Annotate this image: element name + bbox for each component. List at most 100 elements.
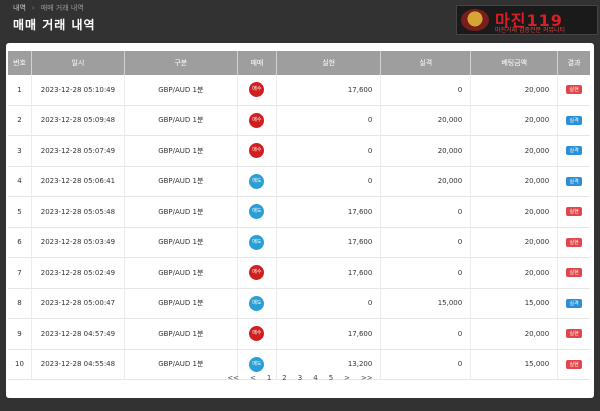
result-badge: 실격 [566,146,582,156]
page-button-3[interactable]: 3 [298,374,302,382]
cell-result: 실현 [557,75,590,106]
trade-history-panel: 번호 일시 구분 매매 실현 실격 베팅금액 결과 1 2023-12-28 05:10:49 G… [6,43,594,398]
cell-loss: 0 [380,75,472,106]
cell-profit: 17,600 [276,227,382,258]
side-badge: 매도 [249,356,265,372]
cell-no: 8 [8,288,33,319]
site-logo: 마진119 마진거래 검증전문 커뮤니티 [456,5,598,35]
cell-bet: 20,000 [470,75,559,106]
side-badge: 매수 [249,112,265,128]
cell-profit: 17,600 [276,318,382,350]
cell-date: 2023-12-28 05:07:49 [31,135,125,167]
side-badge: 매수 [249,265,265,281]
table-row: 4 2023-12-28 05:06:41 GBP/AUD 1분 매도 0 20,000 2… [8,166,590,197]
result-badge: 실격 [566,298,582,308]
side-badge: 매도 [249,234,265,250]
cell-side: 매도 [237,288,278,319]
result-badge: 실현 [566,237,582,247]
cell-no: 6 [8,227,33,258]
cell-loss: 20,000 [380,135,472,167]
cell-pair: GBP/AUD 1분 [124,166,238,197]
cell-side: 매도 [237,196,278,228]
cell-date: 2023-12-28 05:02:49 [31,257,125,289]
page-button-2[interactable]: 2 [282,374,286,382]
cell-bet: 20,000 [470,135,559,167]
cell-no: 1 [8,75,33,106]
side-badge: 매수 [249,82,265,98]
cell-side: 매수 [237,257,278,289]
side-badge: 매도 [249,204,265,220]
last-page-button[interactable]: >> [361,374,373,382]
cell-loss: 15,000 [380,288,472,319]
cell-date: 2023-12-28 05:06:41 [31,166,125,197]
trade-history-table: 번호 일시 구분 매매 실현 실격 베팅금액 결과 1 2023-12-28 05:10:49 G… [8,51,590,380]
cell-no: 9 [8,318,33,350]
cell-result: 실현 [557,318,590,350]
cell-bet: 15,000 [470,288,559,319]
cell-loss: 0 [380,227,472,258]
cell-bet: 20,000 [470,257,559,289]
cell-date: 2023-12-28 05:05:48 [31,196,125,228]
cell-date: 2023-12-28 05:10:49 [31,75,125,106]
cell-loss: 20,000 [380,166,472,197]
cell-side: 매수 [237,105,278,136]
breadcrumb-home[interactable]: 내역 [13,3,26,13]
result-badge: 실현 [566,85,582,95]
header-col-pair: 구분 [124,51,238,75]
cell-loss: 0 [380,257,472,289]
cell-result: 실격 [557,135,590,167]
cell-date: 2023-12-28 05:09:48 [31,105,125,136]
cell-side: 매도 [237,227,278,258]
result-badge: 실현 [566,329,582,339]
table-row: 9 2023-12-28 04:57:49 GBP/AUD 1분 매수 17,600 0 2… [8,318,590,350]
page-button-5[interactable]: 5 [329,374,333,382]
result-badge: 실격 [566,115,582,125]
result-badge: 실현 [566,359,582,369]
cell-profit: 17,600 [276,196,382,228]
table-row: 7 2023-12-28 05:02:49 GBP/AUD 1분 매수 17,600 0 2… [8,257,590,289]
cell-result: 실격 [557,166,590,197]
breadcrumb: 내역 › 매매 거래 내역 [13,3,84,13]
cell-date: 2023-12-28 05:00:47 [31,288,125,319]
cell-side: 매수 [237,135,278,167]
cell-pair: GBP/AUD 1분 [124,227,238,258]
cell-bet: 20,000 [470,166,559,197]
cell-pair: GBP/AUD 1분 [124,105,238,136]
header-col-side: 매매 [237,51,278,75]
table-row: 2 2023-12-28 05:09:48 GBP/AUD 1분 매수 0 20,000 2… [8,105,590,136]
table-header-row: 번호 일시 구분 매매 실현 실격 베팅금액 결과 [8,51,590,75]
cell-bet: 20,000 [470,105,559,136]
eagle-emblem-icon [461,9,489,31]
first-page-button[interactable]: << [227,374,239,382]
cell-result: 실격 [557,105,590,136]
cell-loss: 0 [380,196,472,228]
breadcrumb-current: 매매 거래 내역 [40,4,84,12]
cell-loss: 0 [380,318,472,350]
cell-pair: GBP/AUD 1분 [124,135,238,167]
prev-page-button[interactable]: < [250,374,256,382]
header-col-result: 결과 [557,51,590,75]
page-button-1[interactable]: 1 [267,374,271,382]
header-col-no: 번호 [8,51,33,75]
table-row: 1 2023-12-28 05:10:49 GBP/AUD 1분 매수 17,600 0 2… [8,75,590,106]
header-col-bet: 베팅금액 [470,51,559,75]
cell-loss: 20,000 [380,105,472,136]
cell-result: 실현 [557,227,590,258]
cell-no: 7 [8,257,33,289]
next-page-button[interactable]: > [344,374,350,382]
side-badge: 매수 [249,143,265,159]
header-col-profit: 실현 [276,51,382,75]
cell-profit: 17,600 [276,75,382,106]
result-badge: 실현 [566,207,582,217]
cell-pair: GBP/AUD 1분 [124,75,238,106]
table-row: 6 2023-12-28 05:03:49 GBP/AUD 1분 매도 17,600 0 2… [8,227,590,258]
cell-bet: 20,000 [470,227,559,258]
pagination: << < 1 2 3 4 5 > >> [6,374,594,382]
header-col-date: 일시 [31,51,125,75]
page-button-4[interactable]: 4 [313,374,317,382]
cell-result: 실격 [557,288,590,319]
cell-profit: 0 [276,135,382,167]
result-badge: 실현 [566,268,582,278]
table-row: 5 2023-12-28 05:05:48 GBP/AUD 1분 매도 17,600 0 2… [8,196,590,228]
cell-side: 매도 [237,166,278,197]
